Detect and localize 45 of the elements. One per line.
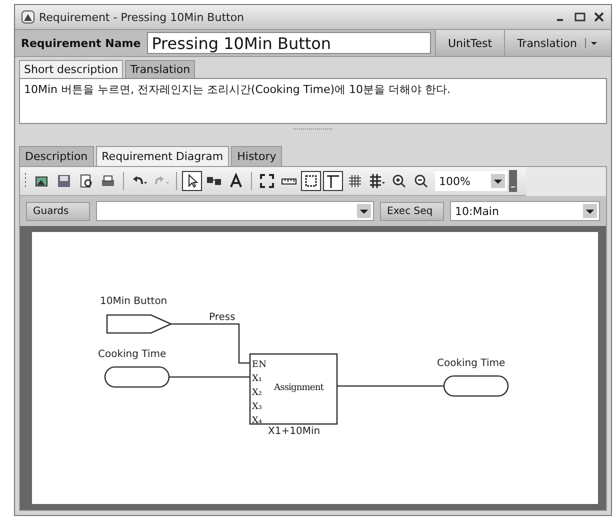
short-description-field[interactable]: 10Min 버튼을 누르면, 전자레인지는 조리시간(Cooking Time)에 10분을 더해야 한다.	[19, 78, 607, 124]
close-icon[interactable]	[593, 11, 605, 23]
maximize-icon[interactable]	[574, 11, 586, 23]
tab[interactable]: Translation	[125, 60, 196, 78]
connector-label: Press	[209, 312, 236, 323]
guide-tool-icon[interactable]	[323, 171, 343, 191]
caret-icon[interactable]	[583, 204, 597, 218]
exec-seq-dropdown[interactable]: 10:Main	[450, 201, 600, 221]
tab[interactable]: Description	[19, 146, 94, 166]
caret-icon[interactable]	[491, 174, 505, 188]
port-label: EN	[252, 360, 266, 370]
exec-seq-label: Exec Seq	[380, 202, 444, 220]
grid-large-tool-icon[interactable]	[367, 171, 387, 191]
toolbar-grip[interactable]	[24, 173, 27, 189]
tab[interactable]: History	[231, 146, 282, 166]
block-name: Assignment	[274, 383, 324, 393]
caret-icon[interactable]	[585, 38, 599, 48]
caret-icon[interactable]	[357, 204, 371, 218]
toolbar-overflow-icon[interactable]	[509, 170, 517, 192]
requirement-name-label: Requirement Name	[20, 36, 142, 52]
port-label: X₄	[252, 416, 262, 426]
node-label: Cooking Time	[98, 349, 166, 360]
event-input-node[interactable]	[106, 314, 173, 334]
window-title: Requirement - Pressing 10Min Button	[39, 10, 246, 24]
tab[interactable]: Short description	[19, 60, 124, 78]
port-label: X₃	[252, 402, 262, 412]
block-expression: X1+10Min	[268, 426, 320, 437]
node-label: 10Min Button	[100, 296, 168, 307]
guards-label: Guards	[26, 202, 90, 220]
frame-tool-icon[interactable]	[301, 171, 321, 191]
data-input-node[interactable]	[104, 366, 170, 388]
data-output-node[interactable]	[443, 375, 509, 397]
fit-tool-icon[interactable]	[257, 171, 277, 191]
pointer-tool-icon[interactable]	[182, 171, 202, 191]
splitter-handle[interactable]	[293, 127, 333, 131]
app-icon	[21, 10, 35, 24]
port-label: X₂	[252, 388, 262, 398]
zoom-dropdown[interactable]: 100%	[435, 171, 507, 191]
node-label: Cooking Time	[437, 358, 506, 369]
requirement-name-field[interactable]: Pressing 10Min Button	[146, 32, 431, 54]
header-button[interactable]: UnitTest	[435, 30, 504, 56]
tab[interactable]: Requirement Diagram	[96, 146, 230, 166]
port-label: X₁	[252, 374, 262, 384]
header-button[interactable]: Translation	[504, 30, 611, 56]
assignment-block[interactable]	[249, 353, 338, 425]
